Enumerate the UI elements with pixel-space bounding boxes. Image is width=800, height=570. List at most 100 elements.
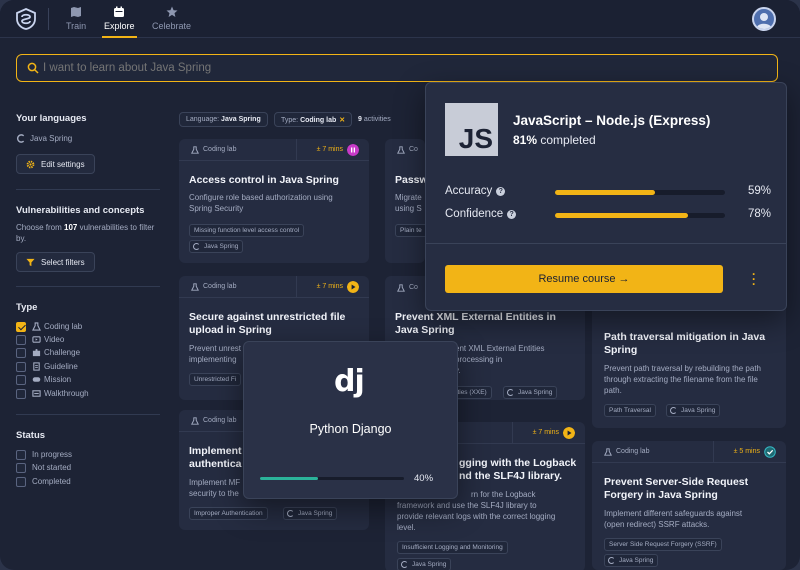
card-header: Coding lab ± 7 mins bbox=[179, 139, 369, 161]
card-header-separator bbox=[296, 276, 297, 298]
user-avatar[interactable] bbox=[752, 7, 776, 31]
type-label: Challenge bbox=[44, 348, 81, 357]
language-tag: Java Spring bbox=[666, 404, 721, 417]
type-label: Video bbox=[44, 335, 65, 344]
card-title: Passw bbox=[395, 174, 425, 186]
flask-icon bbox=[32, 322, 41, 331]
select-filters-button[interactable]: Select filters bbox=[16, 252, 95, 272]
filter-icon bbox=[26, 258, 35, 267]
vulnerabilities-heading: Vulnerabilities and concepts bbox=[16, 205, 145, 216]
checkbox[interactable] bbox=[16, 463, 26, 473]
vuln-text-pre: Choose from bbox=[16, 223, 65, 232]
card-header: Coding lab ± 7 mins bbox=[179, 276, 369, 298]
django-logo: dj bbox=[334, 364, 365, 399]
checkbox[interactable] bbox=[16, 477, 26, 487]
course-progress-popup: dj Python Django 40% bbox=[243, 341, 458, 499]
select-filters-label: Select filters bbox=[41, 258, 85, 267]
card-title: Implement authentica bbox=[189, 445, 242, 471]
desc-line: Implement MF bbox=[189, 478, 241, 487]
desc-line: Implement different safeguards against bbox=[604, 509, 743, 518]
activity-card[interactable]: Coding lab ± 7 mins Access control in Ja… bbox=[179, 139, 369, 263]
language-label: Java Spring bbox=[30, 134, 73, 143]
card-title: gging with the Logback nd the SLF4J libra… bbox=[459, 457, 576, 483]
language-tag: Java Spring bbox=[503, 386, 558, 399]
vulnerability-tag: Improper Authentication bbox=[189, 507, 268, 520]
chip-key: Type: bbox=[281, 117, 299, 124]
card-type-label: Coding lab bbox=[203, 146, 237, 153]
filter-chip-type[interactable]: Type: Coding lab ✕ bbox=[274, 112, 353, 127]
desc-line: using S bbox=[395, 204, 422, 213]
spring-icon bbox=[193, 243, 200, 250]
language-tag-label: Java Spring bbox=[619, 557, 654, 564]
title-line: authentica bbox=[189, 458, 242, 470]
sidebar-divider bbox=[16, 286, 160, 287]
gear-icon bbox=[26, 160, 35, 169]
nav-celebrate-label: Celebrate bbox=[152, 21, 192, 31]
card-type-label: Coding lab bbox=[203, 417, 237, 424]
info-icon[interactable]: ? bbox=[507, 210, 517, 219]
pause-icon[interactable] bbox=[347, 144, 359, 156]
language-tag-label: Java Spring bbox=[518, 389, 553, 396]
search-icon bbox=[27, 62, 39, 74]
title-line: Secure against unrestricted file bbox=[189, 311, 346, 323]
checkbox[interactable] bbox=[16, 362, 26, 372]
card-description: Configure role based authorization using… bbox=[189, 192, 333, 214]
remove-filter-icon[interactable]: ✕ bbox=[339, 117, 345, 124]
flask-icon bbox=[191, 417, 199, 425]
completion-percent: 81% bbox=[513, 133, 538, 147]
language-item[interactable]: Java Spring bbox=[16, 133, 156, 144]
title-line: Forgery in Java Spring bbox=[604, 489, 718, 501]
filter-chip-language[interactable]: Language: Java Spring bbox=[179, 112, 268, 127]
resume-course-button[interactable]: Resume course → bbox=[445, 265, 723, 293]
card-header: Coding lab ± 5 mins bbox=[592, 441, 786, 463]
metric-label-text: Accuracy bbox=[445, 185, 493, 197]
play-icon[interactable] bbox=[347, 281, 359, 293]
language-tag-label: Java Spring bbox=[204, 243, 239, 250]
more-options-icon[interactable]: · · · bbox=[751, 268, 757, 290]
metric-label: Accuracy? bbox=[445, 185, 506, 197]
flask-icon bbox=[604, 448, 612, 456]
nav-explore[interactable]: Explore bbox=[102, 6, 137, 38]
shield-logo-icon[interactable] bbox=[14, 7, 38, 31]
flask-icon bbox=[397, 146, 405, 154]
checkbox[interactable] bbox=[16, 450, 26, 460]
info-icon[interactable]: ? bbox=[496, 187, 506, 196]
desc-line: Migrate bbox=[395, 193, 422, 202]
checkbox[interactable] bbox=[16, 348, 26, 358]
title-line: Prevent Server-Side Request bbox=[604, 476, 749, 488]
card-title: Secure against unrestricted file upload i… bbox=[189, 311, 345, 337]
nav-celebrate[interactable]: Celebrate bbox=[152, 6, 191, 31]
checkbox[interactable] bbox=[16, 375, 26, 385]
vulnerabilities-description: Choose from 107 vulnerabilities to filte… bbox=[16, 222, 156, 244]
card-type: Coding lab bbox=[191, 146, 237, 154]
card-header-separator bbox=[296, 139, 297, 161]
activity-card[interactable]: Coding lab ± 5 mins Prevent Server-Side … bbox=[592, 441, 786, 570]
nav-train[interactable]: Train bbox=[66, 6, 86, 31]
video-icon bbox=[32, 336, 41, 343]
vulnerability-tag: Unrestricted Fi bbox=[189, 373, 242, 386]
checkbox[interactable] bbox=[16, 322, 26, 332]
spring-icon bbox=[670, 407, 677, 414]
search-bar[interactable] bbox=[16, 54, 778, 82]
arrow-right-icon: → bbox=[618, 273, 630, 285]
progress-fill bbox=[260, 477, 318, 480]
search-input[interactable] bbox=[43, 59, 743, 77]
card-type: Coding lab bbox=[191, 417, 237, 425]
checkbox[interactable] bbox=[16, 335, 26, 345]
status-label: Completed bbox=[32, 477, 71, 486]
title-line: nd the SLF4J library. bbox=[459, 470, 563, 482]
activity-card[interactable]: Path traversal mitigation in Java Spring … bbox=[592, 300, 786, 428]
avatar-icon bbox=[756, 13, 772, 29]
desc-line: Prevent unrest bbox=[189, 344, 242, 353]
title-line: Path traversal mitigation in Java bbox=[604, 331, 766, 343]
edit-settings-button[interactable]: Edit settings bbox=[16, 154, 95, 174]
play-icon[interactable] bbox=[563, 427, 575, 439]
flask-icon bbox=[191, 283, 199, 291]
check-icon[interactable] bbox=[764, 446, 776, 458]
language-tag-label: Java Spring bbox=[681, 407, 716, 414]
metric-track bbox=[555, 213, 725, 218]
activity-card[interactable]: Co Passw Migrate using S Plain te bbox=[385, 139, 425, 263]
checkbox[interactable] bbox=[16, 389, 26, 399]
card-description: Prevent unrest implementing bbox=[189, 343, 241, 365]
sidebar-divider bbox=[16, 414, 160, 415]
